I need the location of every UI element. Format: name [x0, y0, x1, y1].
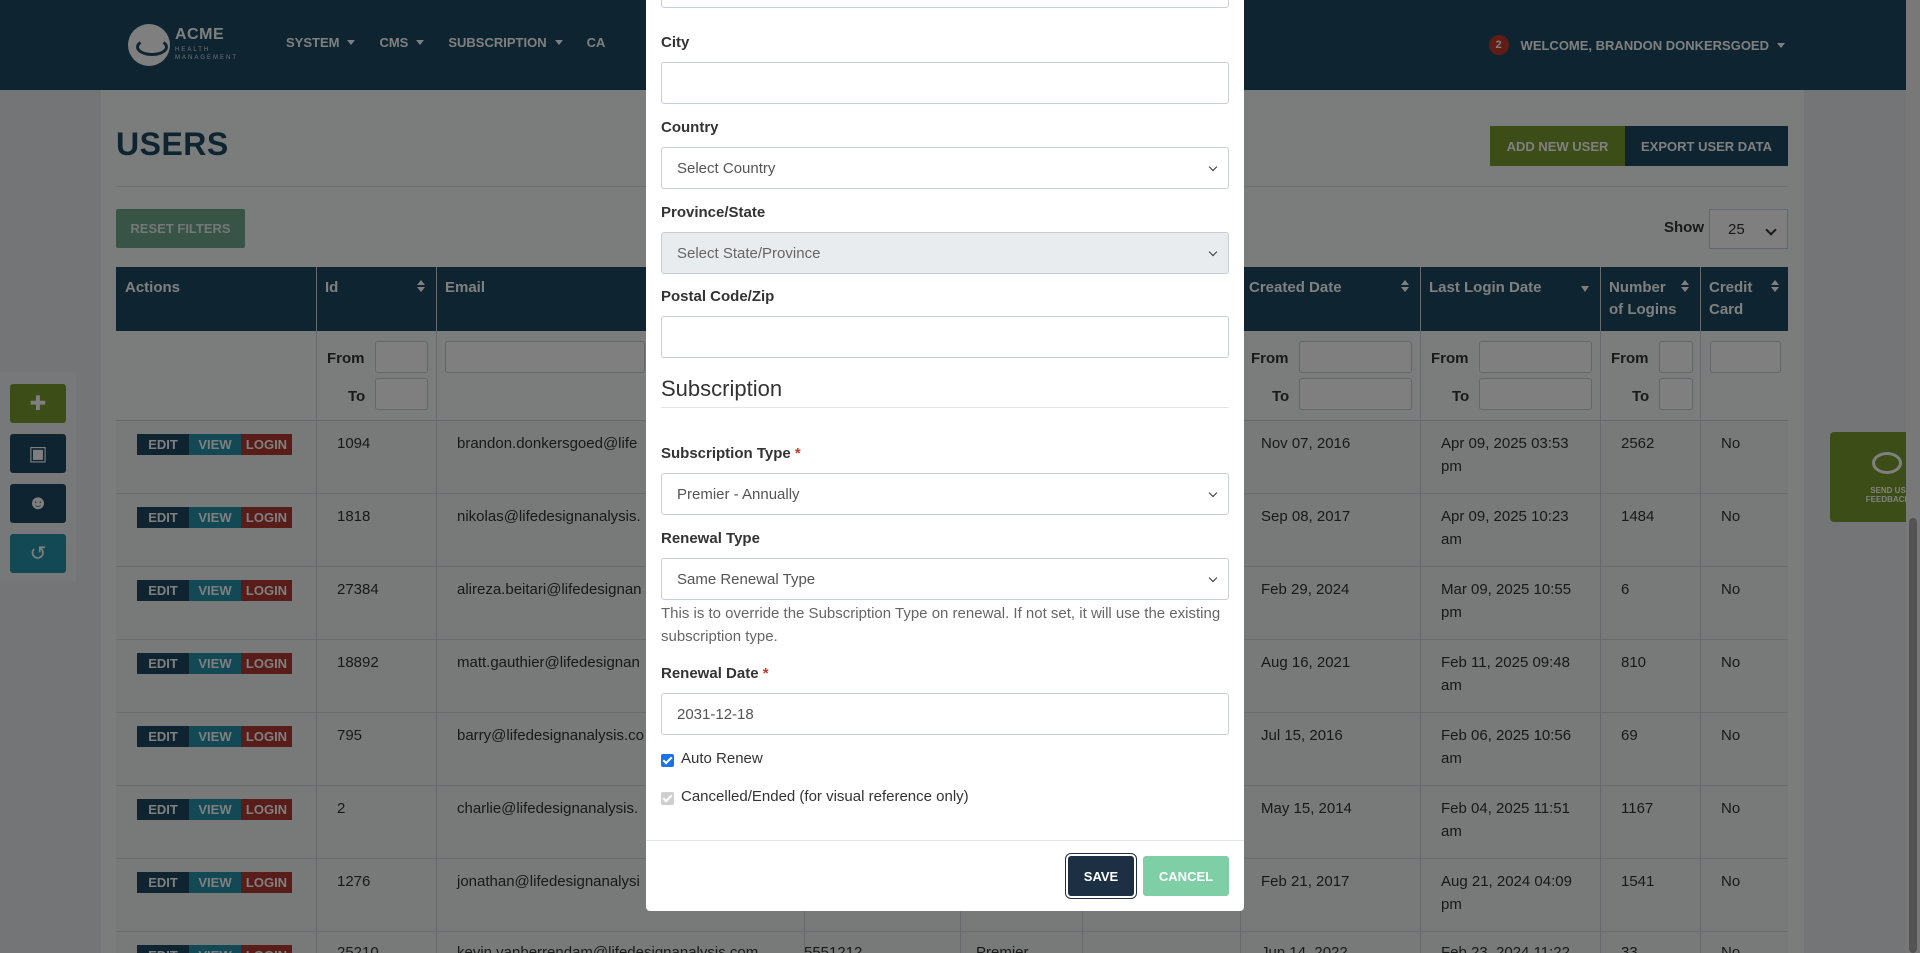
postal-code-field[interactable] — [661, 316, 1229, 358]
city-label: City — [661, 34, 690, 51]
province-select[interactable]: Select State/Province — [661, 232, 1229, 274]
save-button[interactable]: SAVE — [1068, 856, 1134, 896]
renewal-date-label: Renewal Date * — [661, 665, 769, 682]
cancel-button[interactable]: CANCEL — [1143, 856, 1229, 896]
renewal-type-label: Renewal Type — [661, 530, 760, 547]
modal-footer-divider — [646, 840, 1244, 841]
renewal-date-field[interactable]: 2031-12-18 — [661, 693, 1229, 735]
cancelled-label: Cancelled/Ended (for visual reference on… — [681, 788, 969, 805]
postal-code-label: Postal Code/Zip — [661, 288, 775, 305]
edit-user-modal: City Country Select Country Province/Sta… — [646, 0, 1244, 911]
auto-renew-checkbox[interactable] — [661, 754, 674, 767]
subscription-heading: Subscription — [661, 376, 783, 401]
subscription-type-select[interactable]: Premier - Annually — [661, 473, 1229, 515]
required-mark: * — [762, 665, 769, 682]
address-field[interactable] — [661, 0, 1229, 8]
cancelled-checkbox — [661, 792, 674, 805]
province-label: Province/State — [661, 204, 766, 221]
country-label: Country — [661, 119, 719, 136]
renewal-type-help: This is to override the Subscription Typ… — [661, 605, 1221, 645]
renewal-type-select[interactable]: Same Renewal Type — [661, 558, 1229, 600]
subscription-type-label: Subscription Type * — [661, 445, 801, 462]
section-divider — [661, 407, 1229, 408]
country-select[interactable]: Select Country — [661, 147, 1229, 189]
auto-renew-label[interactable]: Auto Renew — [681, 750, 763, 767]
required-mark: * — [794, 445, 801, 462]
city-field[interactable] — [661, 62, 1229, 104]
